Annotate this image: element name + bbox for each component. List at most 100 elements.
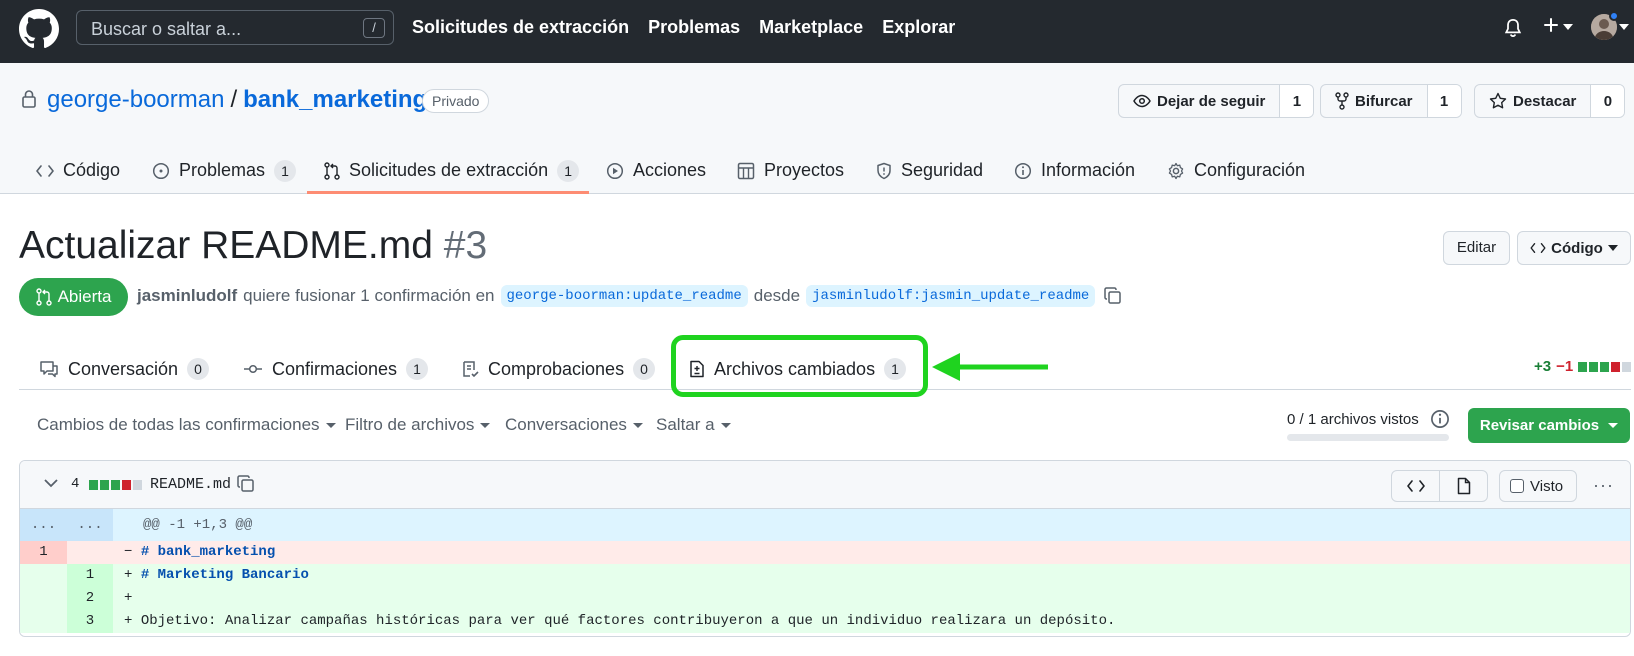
tab-code[interactable]: Código — [36, 147, 120, 194]
pr-meta-from: desde — [753, 286, 801, 305]
global-nav-explore[interactable]: Explorar — [882, 17, 955, 38]
fork-button[interactable]: Bifurcar — [1321, 85, 1428, 117]
tab-insights-label: Información — [1041, 160, 1136, 180]
source-view-button[interactable] — [1392, 471, 1439, 501]
info-icon[interactable] — [1430, 409, 1450, 429]
global-nav-pulls[interactable]: Solicitudes de extracción — [412, 17, 629, 38]
tab-pull-requests[interactable]: Solicitudes de extracción 1 — [324, 147, 580, 194]
copy-icon[interactable] — [236, 474, 256, 494]
fork-button-group: Bifurcar 1 — [1320, 84, 1462, 118]
tab-settings-label: Configuración — [1194, 160, 1306, 180]
tab-pull-requests-count: 1 — [557, 159, 580, 182]
tab-pull-requests-label: Solicitudes de extracción — [349, 160, 549, 180]
star-button[interactable]: Destacar — [1475, 85, 1592, 117]
hunk-header-row: ... ... @@ -1 +1,3 @@ — [20, 509, 1630, 541]
code-icon — [1530, 242, 1546, 254]
chevron-down-icon[interactable] — [1619, 24, 1629, 30]
fork-label: Bifurcar — [1355, 92, 1413, 110]
unwatch-label: Dejar de seguir — [1157, 92, 1266, 110]
jump-to-label: Saltar a — [656, 415, 715, 434]
diff-stat-blocks — [1578, 361, 1632, 372]
hunk-header: @@ -1 +1,3 @@ — [143, 517, 253, 533]
new-line-number[interactable]: 3 — [67, 610, 113, 633]
diff-sign: + — [124, 613, 133, 629]
search-input[interactable]: Buscar o saltar a... / — [76, 10, 394, 45]
file-changes-count: 4 — [71, 476, 80, 492]
expand-down-button[interactable]: ... — [67, 509, 113, 541]
watch-count[interactable]: 1 — [1280, 85, 1314, 117]
checkbox[interactable] — [1510, 479, 1524, 493]
file-diff-blocks — [89, 480, 142, 490]
author-link[interactable]: jasminludolf — [137, 286, 237, 306]
repo-nav: Código Problemas 1 Solicitudes de extrac… — [0, 147, 1634, 194]
code-icon — [1406, 479, 1425, 493]
tab-security-label: Seguridad — [901, 160, 984, 180]
tab-insights[interactable]: Información — [1014, 147, 1135, 194]
active-tab-underline — [307, 191, 589, 194]
arrow-annotation-icon — [930, 350, 1050, 384]
tab-issues-count: 1 — [274, 159, 297, 182]
star-label: Destacar — [1513, 92, 1577, 110]
base-branch[interactable]: george-boorman:update_readme — [500, 285, 748, 307]
tab-settings[interactable]: Configuración — [1167, 147, 1305, 194]
old-line-number[interactable]: 1 — [20, 541, 67, 564]
tab-commits[interactable]: Confirmaciones 1 — [243, 348, 429, 390]
tab-actions[interactable]: Acciones — [606, 147, 706, 194]
tab-projects-label: Proyectos — [764, 160, 845, 180]
tab-checks[interactable]: Comprobaciones 0 — [461, 348, 656, 390]
jump-to-dropdown[interactable]: Saltar a — [656, 415, 731, 435]
commits-filter-dropdown[interactable]: Cambios de todas las confirmaciones — [37, 415, 336, 435]
repo-name-link[interactable]: bank_marketing — [243, 86, 427, 114]
more-options-icon[interactable]: ··· — [1593, 475, 1614, 496]
copy-icon[interactable] — [1103, 286, 1123, 306]
diff-sign: + — [124, 567, 133, 583]
edit-button[interactable]: Editar — [1443, 231, 1510, 265]
chevron-down-icon — [1608, 423, 1619, 428]
viewed-checkbox[interactable]: Visto — [1499, 470, 1577, 502]
global-header: Buscar o saltar a... / Solicitudes de ex… — [0, 0, 1634, 63]
review-changes-button[interactable]: Revisar cambios — [1468, 408, 1630, 443]
diff-line-deleted: 1 − # bank_marketing — [20, 541, 1630, 564]
conversations-dropdown[interactable]: Conversaciones — [505, 415, 643, 435]
file-header: 4 README.md Visto ··· — [20, 461, 1630, 509]
fork-count[interactable]: 1 — [1427, 85, 1461, 117]
additions-count: +3 — [1534, 358, 1552, 375]
file-diff: 4 README.md Visto ··· ... ... @@ -1 +1,3… — [19, 460, 1631, 637]
bell-icon[interactable] — [1503, 17, 1523, 39]
global-nav-issues[interactable]: Problemas — [648, 17, 740, 38]
code-button-label: Código — [1551, 239, 1603, 257]
tab-projects[interactable]: Proyectos — [737, 147, 844, 194]
head-branch[interactable]: jasminludolf:jasmin_update_readme — [806, 285, 1096, 307]
status-badge: Abierta — [19, 278, 128, 316]
github-logo-icon[interactable] — [19, 9, 59, 49]
new-line-number[interactable]: 2 — [67, 587, 113, 610]
expand-up-button[interactable]: ... — [20, 509, 67, 541]
tab-commits-label: Confirmaciones — [272, 358, 398, 379]
tab-issues-label: Problemas — [179, 160, 266, 180]
chevron-down-icon[interactable] — [44, 479, 58, 488]
search-placeholder: Buscar o saltar a... — [91, 19, 242, 39]
code-icon — [36, 164, 54, 178]
chevron-down-icon — [1607, 245, 1618, 251]
file-icon — [1457, 477, 1471, 495]
file-filter-dropdown[interactable]: Filtro de archivos — [345, 415, 491, 435]
shield-icon — [876, 162, 892, 180]
new-line-number[interactable]: 1 — [67, 564, 113, 587]
global-nav-marketplace[interactable]: Marketplace — [759, 17, 863, 38]
star-count[interactable]: 0 — [1591, 85, 1625, 117]
tab-code-label: Código — [63, 160, 121, 180]
eye-icon — [1133, 94, 1151, 108]
plus-icon[interactable] — [1542, 16, 1560, 34]
repo-owner-link[interactable]: george-boorman — [47, 86, 224, 114]
pr-title-text: Actualizar README.md — [19, 224, 433, 267]
rich-view-button[interactable] — [1439, 471, 1487, 501]
code-dropdown-button[interactable]: Código — [1517, 231, 1631, 265]
unwatch-button[interactable]: Dejar de seguir — [1119, 85, 1281, 117]
info-icon — [1014, 162, 1032, 180]
tab-security[interactable]: Seguridad — [876, 147, 983, 194]
tab-conversation[interactable]: Conversación 0 — [39, 348, 210, 390]
tab-issues[interactable]: Problemas 1 — [152, 147, 297, 194]
play-icon — [606, 162, 624, 180]
file-name[interactable]: README.md — [150, 476, 231, 493]
chevron-down-icon[interactable] — [1563, 24, 1573, 30]
